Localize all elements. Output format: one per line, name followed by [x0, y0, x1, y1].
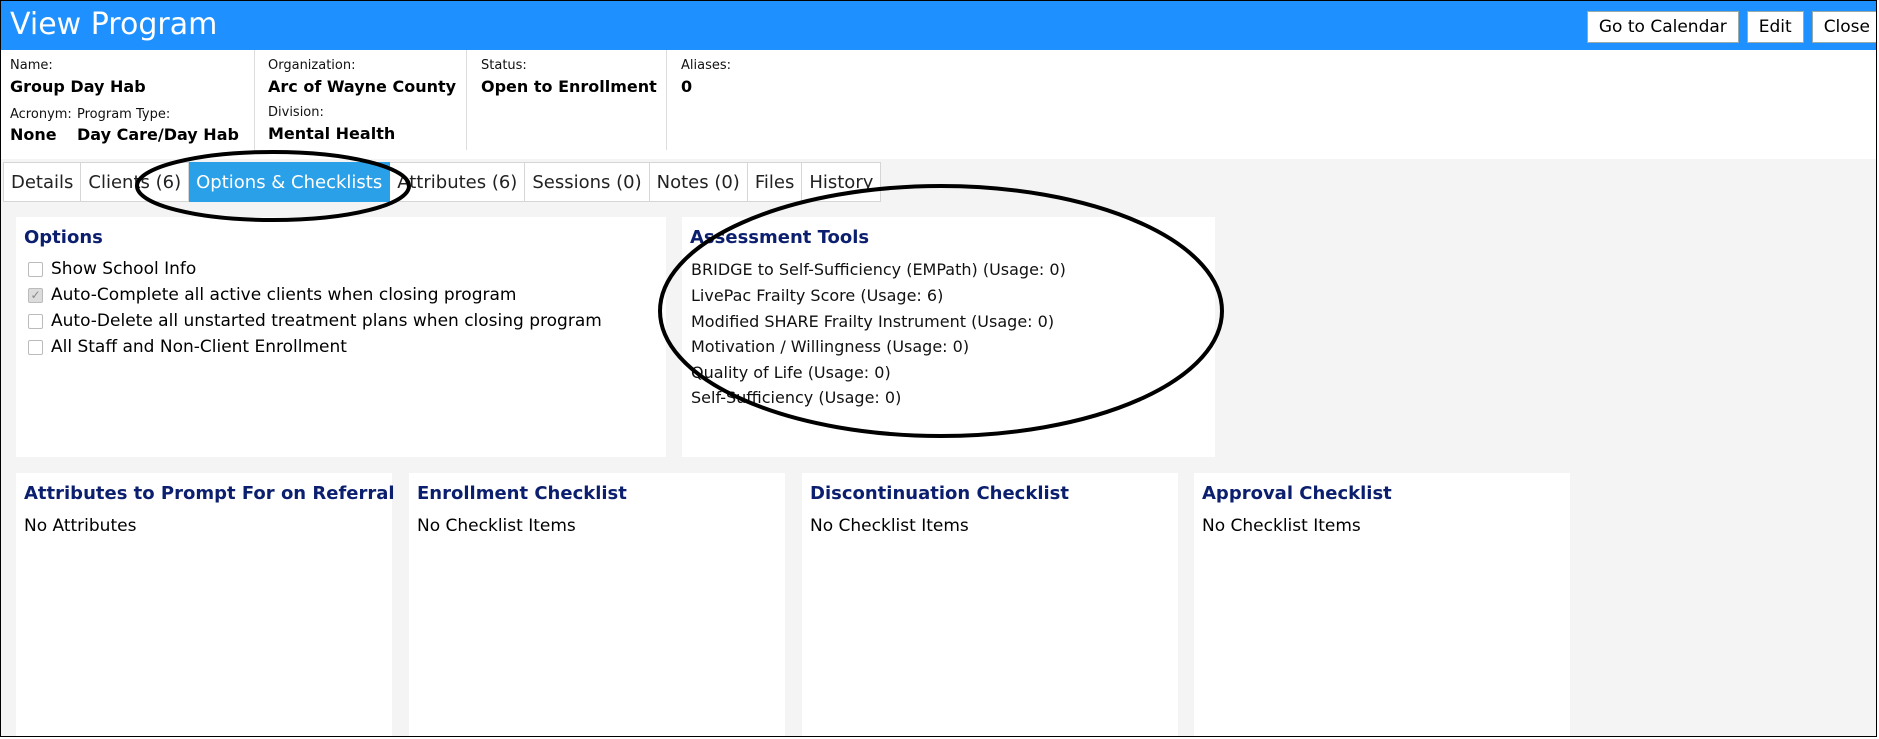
- assessment-tool-item: BRIDGE to Self-Sufficiency (EMPath) (Usa…: [691, 260, 1066, 279]
- tab-clients[interactable]: Clients (6): [81, 162, 190, 202]
- aliases-label: Aliases:: [681, 58, 732, 73]
- division-label: Division:: [268, 105, 324, 120]
- tab-history[interactable]: History: [802, 162, 882, 202]
- assessment-tool-item: LivePac Frailty Score (Usage: 6): [691, 286, 944, 305]
- approval-checklist-title: Approval Checklist: [1202, 483, 1392, 504]
- info-aliases-column: Aliases: 0: [666, 50, 867, 150]
- close-button[interactable]: Close: [1811, 11, 1876, 43]
- enrollment-checklist-empty: No Checklist Items: [417, 516, 576, 536]
- tab-options-checklists[interactable]: Options & Checklists: [189, 162, 391, 202]
- option-all-staff-enrollment[interactable]: All Staff and Non-Client Enrollment: [28, 337, 347, 357]
- option-label: All Staff and Non-Client Enrollment: [51, 337, 347, 357]
- go-to-calendar-button[interactable]: Go to Calendar: [1586, 11, 1739, 43]
- organization-label: Organization:: [268, 58, 356, 73]
- organization-value: Arc of Wayne County: [268, 77, 457, 96]
- assessment-tool-item: Modified SHARE Frailty Instrument (Usage…: [691, 312, 1055, 331]
- options-panel: Options Show School Info ✓ Auto-Complete…: [16, 217, 666, 457]
- approval-checklist-panel: Approval Checklist No Checklist Items: [1194, 473, 1570, 736]
- app-window: View Program Go to Calendar Edit Close N…: [0, 0, 1877, 737]
- tab-notes[interactable]: Notes (0): [649, 162, 748, 202]
- status-label: Status:: [481, 58, 527, 73]
- referral-attributes-empty: No Attributes: [24, 516, 137, 536]
- option-auto-delete-plans[interactable]: Auto-Delete all unstarted treatment plan…: [28, 311, 602, 331]
- header-bar: View Program Go to Calendar Edit Close: [1, 1, 1876, 50]
- checkbox-checked[interactable]: ✓: [28, 287, 43, 303]
- program-type-value: Day Care/Day Hab: [77, 125, 239, 144]
- aliases-value: 0: [681, 77, 693, 96]
- tab-attributes[interactable]: Attributes (6): [390, 162, 526, 202]
- page-title: View Program: [10, 7, 218, 42]
- option-show-school-info[interactable]: Show School Info: [28, 259, 196, 279]
- option-label: Auto-Complete all active clients when cl…: [51, 285, 517, 305]
- info-organization-column: Organization: Arc of Wayne County Divisi…: [254, 50, 467, 150]
- option-label: Auto-Delete all unstarted treatment plan…: [51, 311, 602, 331]
- program-info: Name: Group Day Hab Acronym: None Progra…: [1, 50, 1876, 159]
- enrollment-checklist-panel: Enrollment Checklist No Checklist Items: [409, 473, 785, 736]
- assessment-tool-item: Self-Sufficiency (Usage: 0): [691, 388, 902, 407]
- status-value: Open to Enrollment: [481, 77, 657, 96]
- edit-button[interactable]: Edit: [1746, 11, 1804, 43]
- program-type-label: Program Type:: [77, 107, 171, 122]
- acronym-label: Acronym:: [10, 107, 72, 122]
- referral-attributes-panel: Attributes to Prompt For on Referral No …: [16, 473, 395, 736]
- checkbox[interactable]: [28, 339, 43, 355]
- approval-checklist-empty: No Checklist Items: [1202, 516, 1361, 536]
- option-label: Show School Info: [51, 259, 197, 279]
- header-actions: Go to Calendar Edit Close: [1586, 11, 1876, 43]
- name-value: Group Day Hab: [10, 77, 146, 96]
- enrollment-checklist-title: Enrollment Checklist: [417, 483, 627, 504]
- options-title: Options: [24, 227, 103, 248]
- referral-attributes-title: Attributes to Prompt For on Referral: [24, 483, 395, 504]
- discontinuation-checklist-empty: No Checklist Items: [810, 516, 969, 536]
- info-name-column: Name: Group Day Hab Acronym: None Progra…: [1, 50, 254, 150]
- checkbox[interactable]: [28, 261, 43, 277]
- assessment-tool-item: Quality of Life (Usage: 0): [691, 363, 891, 382]
- discontinuation-checklist-title: Discontinuation Checklist: [810, 483, 1069, 504]
- assessment-tool-item: Motivation / Willingness (Usage: 0): [691, 337, 970, 356]
- division-value: Mental Health: [268, 124, 396, 143]
- tab-details[interactable]: Details: [3, 162, 82, 202]
- assessment-tools-panel: Assessment Tools BRIDGE to Self-Sufficie…: [682, 217, 1215, 457]
- tab-sessions[interactable]: Sessions (0): [525, 162, 650, 202]
- checkbox[interactable]: [28, 313, 43, 329]
- assessment-tools-title: Assessment Tools: [690, 227, 870, 248]
- acronym-value: None: [10, 125, 57, 144]
- tab-bar: Details Clients (6) Options & Checklists…: [3, 162, 882, 202]
- info-status-column: Status: Open to Enrollment: [466, 50, 667, 150]
- tab-files[interactable]: Files: [747, 162, 803, 202]
- name-label: Name:: [10, 58, 53, 73]
- option-auto-complete-clients[interactable]: ✓ Auto-Complete all active clients when …: [28, 285, 516, 305]
- discontinuation-checklist-panel: Discontinuation Checklist No Checklist I…: [802, 473, 1178, 736]
